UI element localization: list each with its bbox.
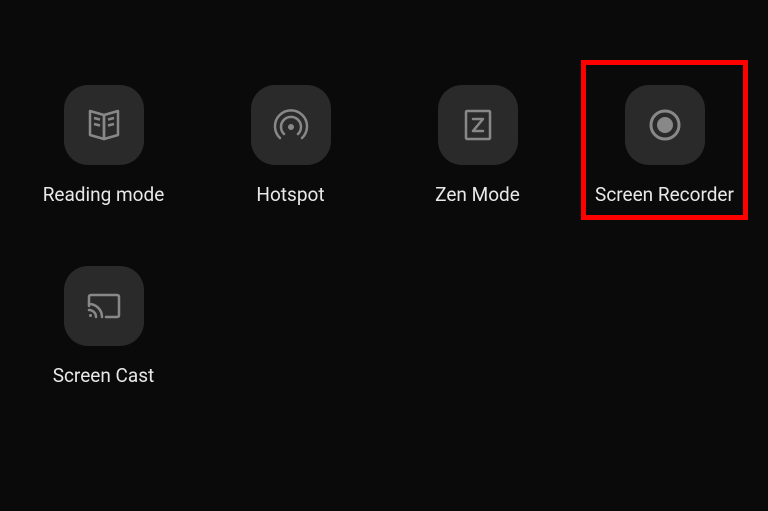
screen-cast-icon	[84, 286, 124, 326]
tile-screen-cast: Screen Cast	[10, 266, 197, 387]
hotspot-icon	[271, 105, 311, 145]
zen-mode-icon	[461, 108, 495, 142]
tile-label: Zen Mode	[435, 183, 520, 206]
reading-mode-button[interactable]	[64, 85, 144, 165]
tile-reading-mode: Reading mode	[10, 85, 197, 206]
tile-label: Screen Recorder	[595, 183, 734, 206]
tile-hotspot: Hotspot	[197, 85, 384, 206]
hotspot-button[interactable]	[251, 85, 331, 165]
reading-mode-icon	[84, 105, 124, 145]
tile-label: Reading mode	[43, 183, 165, 206]
tile-zen-mode: Zen Mode	[384, 85, 571, 206]
tile-label: Screen Cast	[53, 364, 155, 387]
tile-screen-recorder: Screen Recorder	[571, 85, 758, 206]
quick-settings-panel: Reading mode Hotspot	[0, 0, 768, 387]
zen-mode-button[interactable]	[438, 85, 518, 165]
screen-recorder-icon	[645, 105, 685, 145]
screen-cast-button[interactable]	[64, 266, 144, 346]
tile-label: Hotspot	[256, 183, 324, 206]
screen-recorder-button[interactable]	[625, 85, 705, 165]
